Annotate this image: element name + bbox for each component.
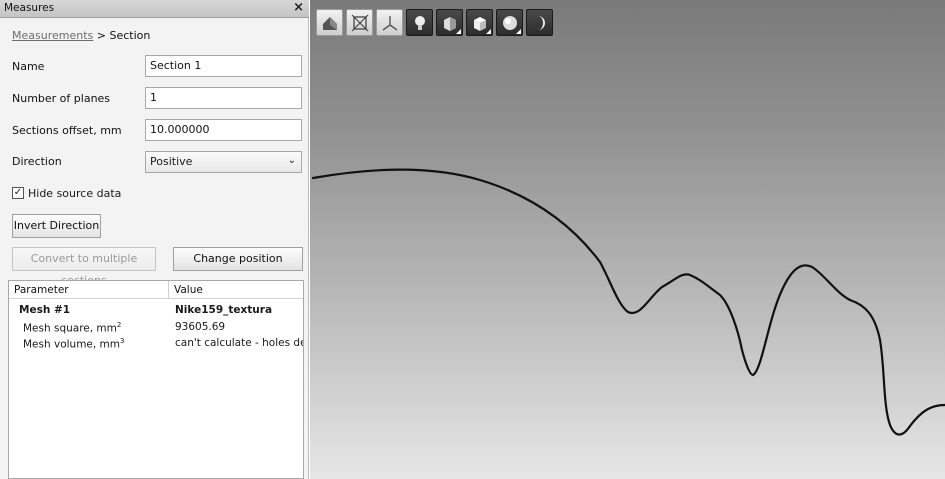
invert-direction-button[interactable]: Invert Direction xyxy=(12,214,101,238)
panel-title: Measures xyxy=(4,2,55,14)
moon-shadow-icon[interactable] xyxy=(526,9,553,36)
row-value: 93605.69 xyxy=(175,321,226,333)
direction-label: Direction xyxy=(12,155,62,168)
shading-icon[interactable] xyxy=(436,9,463,36)
sphere-material-icon[interactable] xyxy=(496,9,523,36)
column-header-parameter[interactable]: Parameter xyxy=(9,281,169,299)
planes-field[interactable]: 1 xyxy=(145,87,302,109)
cube-view-icon[interactable] xyxy=(466,9,493,36)
viewport-toolbar xyxy=(316,9,553,37)
planes-label: Number of planes xyxy=(12,92,111,105)
chevron-down-icon: ⌄ xyxy=(287,155,296,166)
breadcrumb-separator: > xyxy=(93,29,110,42)
light-bulb-icon[interactable] xyxy=(406,9,433,36)
convert-sections-button[interactable]: Convert to multiple sections xyxy=(12,247,156,287)
measures-panel: Measures × Measurements > Section Name S… xyxy=(0,0,309,479)
row-param: Mesh #1 xyxy=(19,304,71,316)
close-icon[interactable]: × xyxy=(293,0,304,15)
axes-icon[interactable] xyxy=(376,9,403,36)
change-position-button[interactable]: Change position xyxy=(173,247,303,271)
name-label: Name xyxy=(12,60,45,73)
breadcrumb-link-measurements[interactable]: Measurements xyxy=(12,29,93,42)
section-curve xyxy=(311,168,945,436)
panel-title-bar: Measures × xyxy=(0,0,309,18)
breadcrumb: Measurements > Section xyxy=(12,29,150,42)
row-value: Nike159_textura xyxy=(175,304,273,316)
offset-label: Sections offset, mm xyxy=(12,124,122,137)
direction-select[interactable]: Positive ⌄ xyxy=(145,151,302,173)
fit-view-icon[interactable] xyxy=(346,9,373,36)
breadcrumb-current: Section xyxy=(109,29,151,42)
row-param: Mesh volume, mm3 xyxy=(23,337,125,351)
hide-source-label: Hide source data xyxy=(28,187,122,200)
name-field[interactable]: Section 1 xyxy=(145,55,302,77)
row-value: can't calculate - holes dete xyxy=(175,337,303,349)
home-view-icon[interactable] xyxy=(316,9,343,36)
offset-field[interactable]: 10.000000 xyxy=(145,119,302,141)
row-param: Mesh square, mm2 xyxy=(23,321,122,335)
parameters-table: Parameter Value Mesh #1 Nike159_textura … xyxy=(8,280,304,479)
column-header-value[interactable]: Value xyxy=(169,281,303,299)
hide-source-checkbox[interactable]: ✓ xyxy=(12,187,24,199)
viewport-3d[interactable] xyxy=(310,0,945,479)
direction-value: Positive xyxy=(150,155,193,168)
